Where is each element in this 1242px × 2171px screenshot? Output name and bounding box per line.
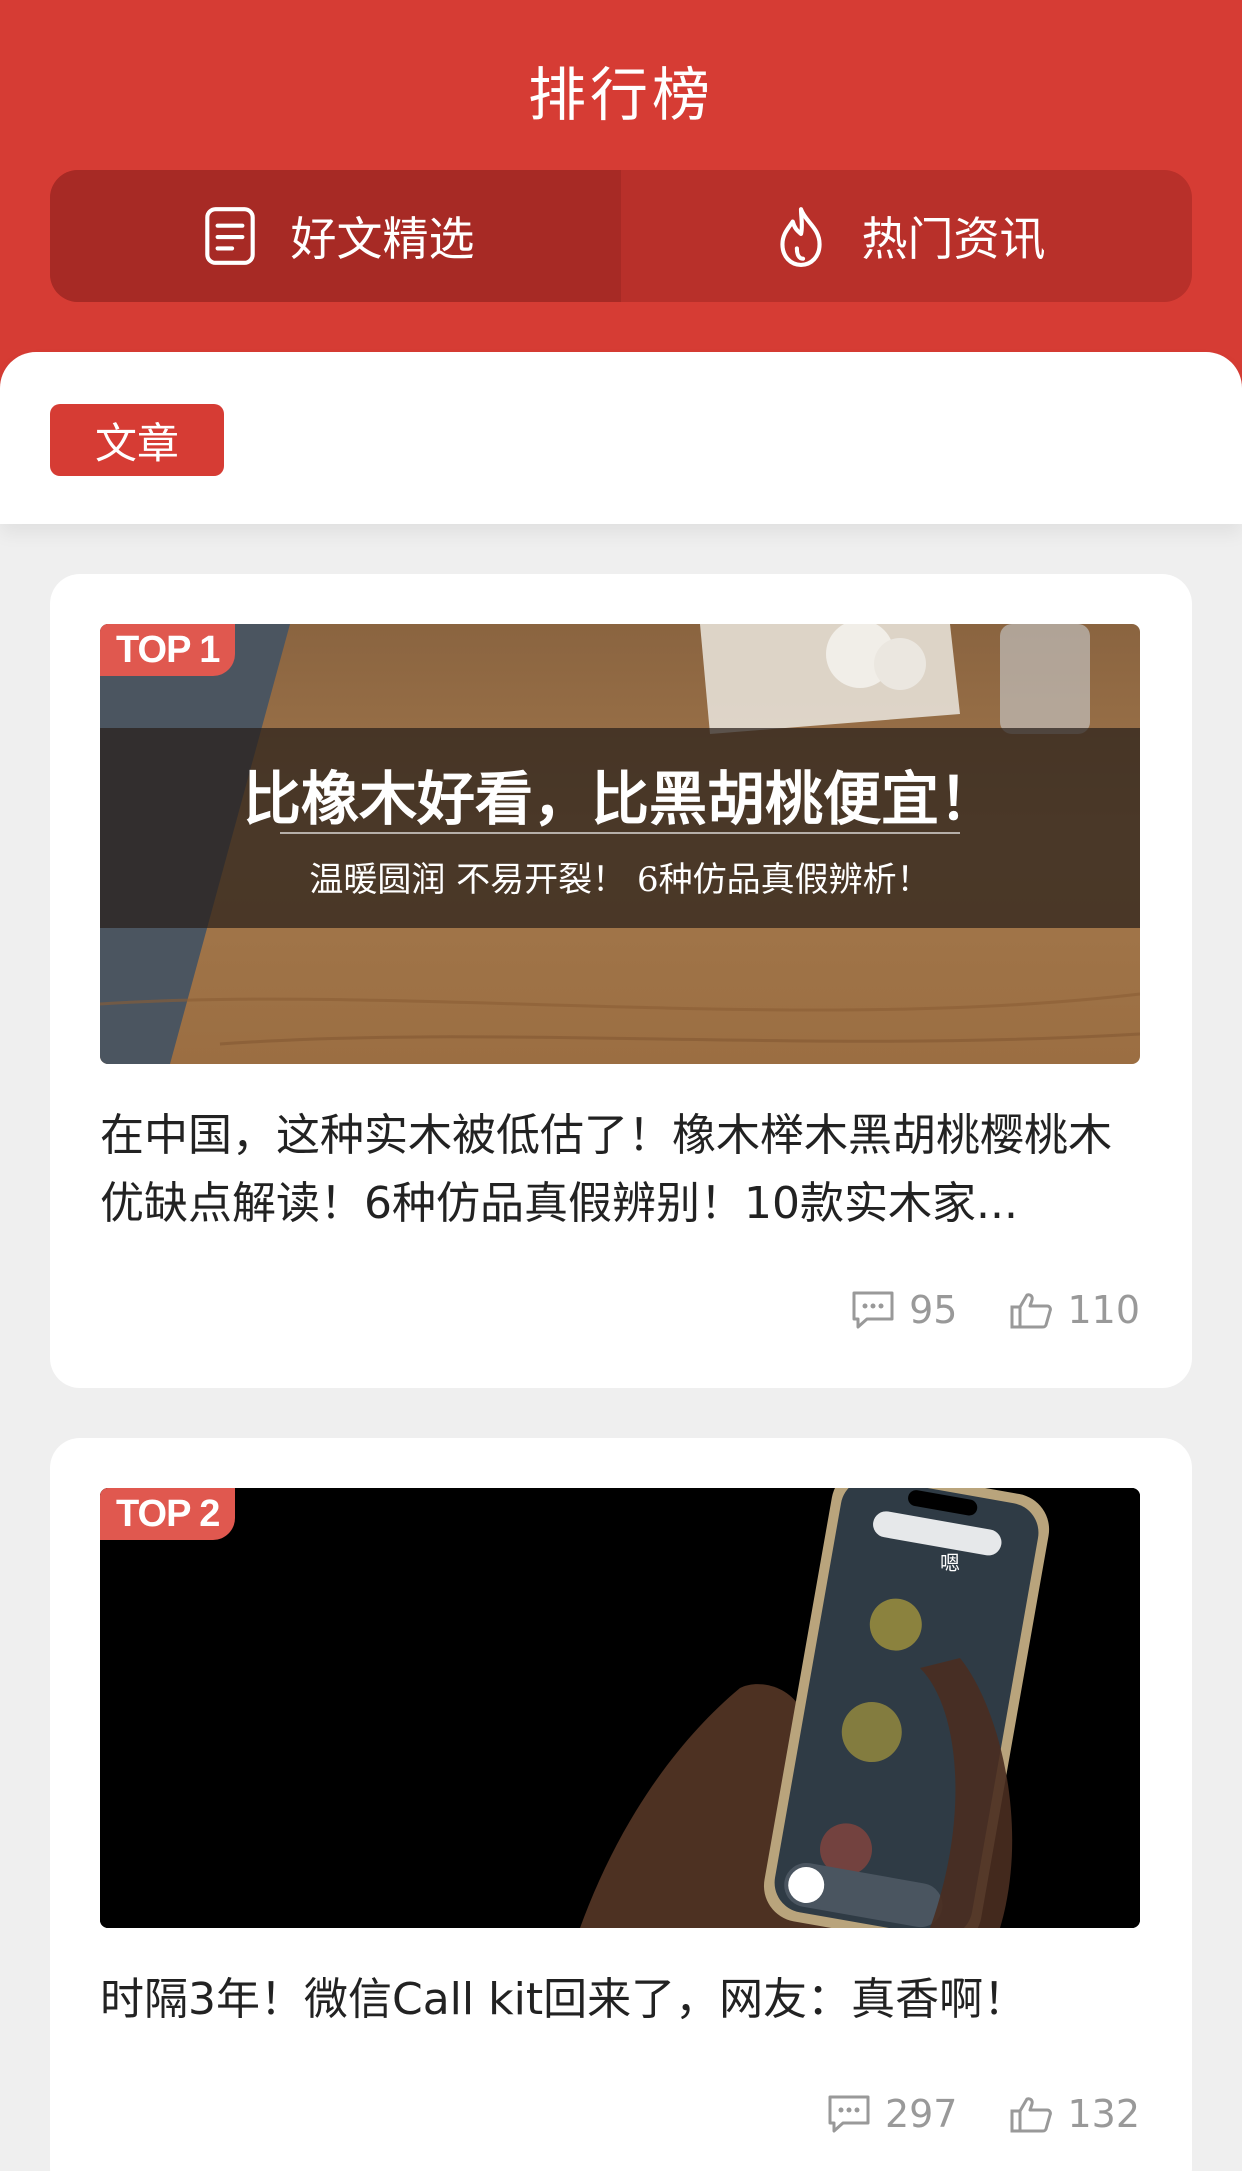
- tab-hot-news[interactable]: 热门资讯: [621, 170, 1192, 302]
- tab-featured-articles[interactable]: 好文精选: [50, 170, 621, 302]
- comment-count[interactable]: 95: [851, 1288, 957, 1332]
- thumbs-up-icon: [1010, 2097, 1053, 2133]
- comment-icon: [852, 1291, 894, 1329]
- comment-count-value: 95: [909, 1288, 958, 1332]
- article-card[interactable]: 比橡木好看，比黑胡桃便宜！ 温暖圆润 不易开裂！ 6种仿品真假辨析！ TOP 1…: [50, 574, 1192, 1388]
- article-title[interactable]: 在中国，这种实木被低估了！橡木榉木黑胡桃樱桃木优缺点解读！6种仿品真假辨别！10…: [100, 1102, 1140, 1238]
- filter-chip-articles[interactable]: 文章: [50, 404, 224, 476]
- article-stats: 95 110: [851, 1288, 1140, 1332]
- tab-label: 热门资讯: [861, 212, 1046, 266]
- image-headline: 比橡木好看，比黑胡桃便宜！: [242, 765, 997, 833]
- tab-label: 好文精选: [290, 212, 475, 266]
- phone-screen-label: 嗯: [940, 1551, 960, 1575]
- article-thumbnail[interactable]: 嗯 TOP 2: [100, 1488, 1140, 1928]
- category-tabs: 好文精选 热门资讯: [50, 170, 1192, 302]
- document-icon: [204, 207, 255, 265]
- phone-in-hand-photo: 嗯: [100, 1488, 1140, 1928]
- rank-badge: TOP 2: [100, 1488, 236, 1540]
- rank-badge: TOP 1: [100, 624, 236, 676]
- image-subheadline: 温暖圆润 不易开裂！ 6种仿品真假辨析！: [309, 860, 931, 900]
- article-stats: 297 132: [827, 2092, 1140, 2136]
- like-count-value: 110: [1067, 1288, 1140, 1332]
- comment-count-value: 297: [884, 2092, 958, 2136]
- like-count-value: 132: [1067, 2092, 1140, 2136]
- page-title: 排行榜: [527, 61, 714, 129]
- filter-panel: 文章: [0, 352, 1242, 524]
- image-divider: [280, 832, 960, 834]
- comment-icon: [828, 2095, 870, 2133]
- article-title[interactable]: 时隔3年！微信Call kit回来了，网友：真香啊！: [100, 1966, 1140, 2034]
- article-card[interactable]: 嗯 TOP 2 时隔3年！微信Call kit回来了，网友：真香啊！ 297 1…: [50, 1438, 1192, 2171]
- thumbs-up-icon: [1010, 1293, 1053, 1329]
- like-count[interactable]: 110: [1009, 1288, 1140, 1332]
- like-count[interactable]: 132: [1009, 2092, 1140, 2136]
- article-thumbnail[interactable]: 比橡木好看，比黑胡桃便宜！ 温暖圆润 不易开裂！ 6种仿品真假辨析！ TOP 1: [100, 624, 1140, 1064]
- flame-icon: [779, 207, 822, 267]
- comment-count[interactable]: 297: [827, 2092, 958, 2136]
